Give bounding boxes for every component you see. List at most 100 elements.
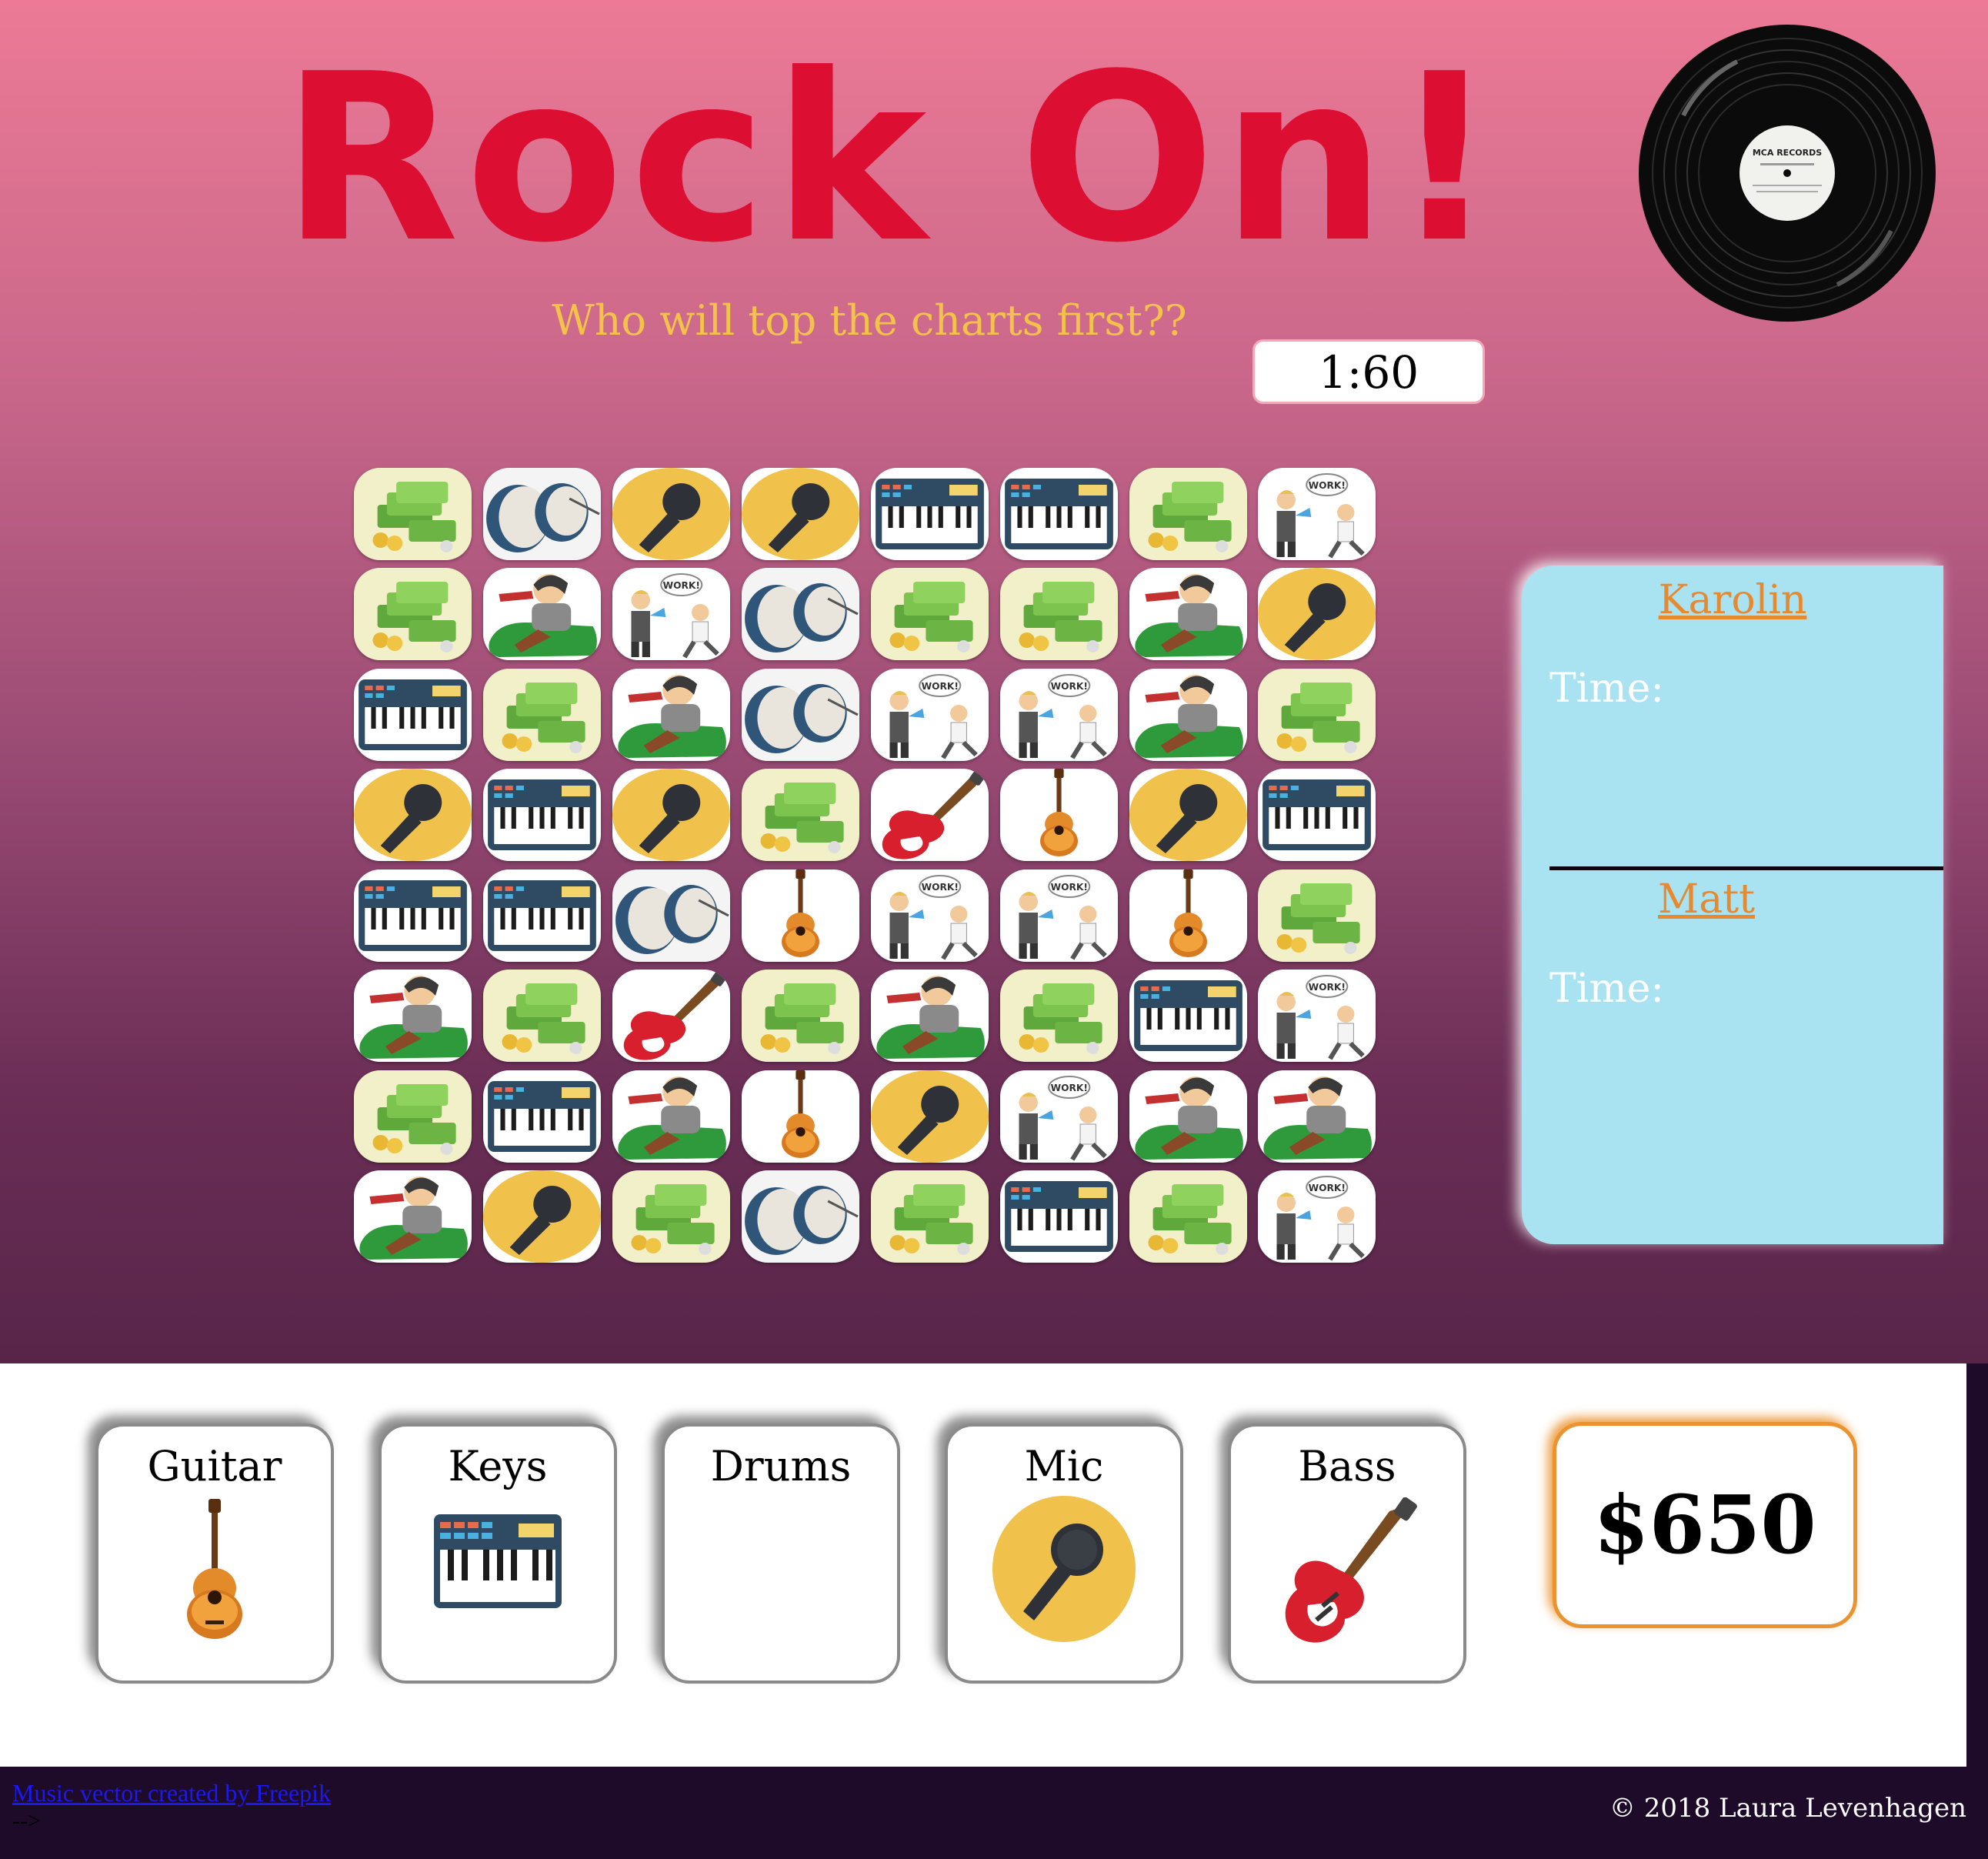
tile-money[interactable]	[612, 1170, 730, 1263]
countdown-timer: 1:60	[1253, 339, 1485, 404]
tile-keys[interactable]	[354, 869, 472, 962]
tile-money[interactable]	[1000, 970, 1118, 1062]
acoustic-guitar-icon	[187, 1499, 242, 1639]
tile-money[interactable]	[354, 468, 472, 560]
rockstar-icon	[1129, 669, 1247, 761]
tile-money[interactable]	[871, 568, 989, 660]
tile-work[interactable]: WORK!	[1258, 970, 1376, 1062]
copyright: © 2018 Laura Levenhagen	[1609, 1793, 1966, 1824]
tile-keys[interactable]	[871, 468, 989, 560]
tile-bass[interactable]	[871, 769, 989, 861]
tile-money[interactable]	[354, 568, 472, 660]
tile-keys[interactable]	[1129, 970, 1247, 1062]
tile-keys[interactable]	[483, 769, 601, 861]
money-icon	[1000, 970, 1118, 1062]
guitar-icon	[742, 869, 859, 962]
tile-keys[interactable]	[354, 669, 472, 761]
tile-money[interactable]	[742, 970, 859, 1062]
drums-icon	[612, 869, 730, 962]
tile-work[interactable]: WORK!	[871, 669, 989, 761]
tile-rockstar[interactable]	[483, 568, 601, 660]
tile-mic[interactable]	[1129, 769, 1247, 861]
tile-work[interactable]: WORK!	[1000, 1070, 1118, 1163]
tile-rockstar[interactable]	[612, 1070, 730, 1163]
tile-keys[interactable]	[1000, 1170, 1118, 1263]
tile-guitar[interactable]	[1000, 769, 1118, 861]
tile-money[interactable]	[483, 669, 601, 761]
tile-drums[interactable]	[742, 1170, 859, 1263]
tile-keys[interactable]	[483, 1070, 601, 1163]
rockstar-icon	[354, 970, 472, 1062]
tile-rockstar[interactable]	[354, 1170, 472, 1263]
player-name-matt[interactable]: Matt	[1496, 876, 1917, 923]
tile-guitar[interactable]	[742, 869, 859, 962]
tile-work[interactable]: WORK!	[612, 568, 730, 660]
tile-money[interactable]	[354, 1070, 472, 1163]
tile-rockstar[interactable]	[1129, 669, 1247, 761]
tile-money[interactable]	[483, 970, 601, 1062]
instrument-slot-keys[interactable]: Keys	[379, 1423, 617, 1684]
keys-icon	[483, 1070, 601, 1163]
instrument-slot-bass[interactable]: Bass	[1228, 1423, 1466, 1684]
tile-money[interactable]	[1129, 1170, 1247, 1263]
instrument-slot-guitar[interactable]: Guitar	[95, 1423, 334, 1684]
tile-rockstar[interactable]	[1129, 568, 1247, 660]
tile-money[interactable]	[1258, 669, 1376, 761]
tile-rockstar[interactable]	[612, 669, 730, 761]
tile-work[interactable]: WORK!	[1000, 869, 1118, 962]
tile-money[interactable]	[871, 1170, 989, 1263]
rockstar-icon	[1129, 1070, 1247, 1163]
tile-mic[interactable]	[612, 769, 730, 861]
tile-mic[interactable]	[742, 468, 859, 560]
tile-money[interactable]	[1258, 869, 1376, 962]
keys-icon	[1129, 970, 1247, 1062]
tile-guitar[interactable]	[742, 1070, 859, 1163]
tile-drums[interactable]	[742, 669, 859, 761]
tile-mic[interactable]	[1258, 568, 1376, 660]
tile-mic[interactable]	[483, 1170, 601, 1263]
tile-drums[interactable]	[612, 869, 730, 962]
tile-rockstar[interactable]	[1258, 1070, 1376, 1163]
tile-drums[interactable]	[742, 568, 859, 660]
instrument-label: Keys	[448, 1442, 548, 1490]
instrument-slot-mic[interactable]: Mic	[945, 1423, 1183, 1684]
money-icon	[483, 970, 601, 1062]
tile-money[interactable]	[1000, 568, 1118, 660]
instrument-slot-drums[interactable]: Drums	[662, 1423, 900, 1684]
money-icon	[1258, 869, 1376, 962]
tile-keys[interactable]	[483, 869, 601, 962]
tile-bass[interactable]	[612, 970, 730, 1062]
player-name-karolin[interactable]: Karolin	[1522, 577, 1943, 623]
tile-work[interactable]: WORK!	[1258, 468, 1376, 560]
work-icon: WORK!	[1258, 1170, 1376, 1263]
guitar-icon	[1000, 769, 1118, 861]
freepik-credit-link[interactable]: Music vector created by Freepik	[12, 1779, 331, 1807]
tile-mic[interactable]	[612, 468, 730, 560]
tile-work[interactable]: WORK!	[871, 869, 989, 962]
tile-work[interactable]: WORK!	[1258, 1170, 1376, 1263]
svg-text:WORK!: WORK!	[1051, 1083, 1088, 1093]
money-icon	[742, 769, 859, 861]
microphone-icon	[992, 1496, 1136, 1642]
money-display: $650	[1553, 1422, 1857, 1628]
money-icon	[1129, 1170, 1247, 1263]
mic-icon	[1129, 769, 1247, 861]
tile-rockstar[interactable]	[871, 970, 989, 1062]
tile-money[interactable]	[1129, 468, 1247, 560]
keys-icon	[483, 869, 601, 962]
tile-drums[interactable]	[483, 468, 601, 560]
tile-work[interactable]: WORK!	[1000, 669, 1118, 761]
svg-text:WORK!: WORK!	[922, 882, 959, 893]
tile-mic[interactable]	[871, 1070, 989, 1163]
tile-keys[interactable]	[1000, 468, 1118, 560]
tile-money[interactable]	[742, 769, 859, 861]
tile-mic[interactable]	[354, 769, 472, 861]
tile-rockstar[interactable]	[354, 970, 472, 1062]
tile-rockstar[interactable]	[1129, 1070, 1247, 1163]
work-icon: WORK!	[1258, 468, 1376, 560]
tile-guitar[interactable]	[1129, 869, 1247, 962]
tile-keys[interactable]	[1258, 769, 1376, 861]
work-icon: WORK!	[612, 568, 730, 660]
drums-icon	[742, 1170, 859, 1263]
keys-icon	[354, 669, 472, 761]
